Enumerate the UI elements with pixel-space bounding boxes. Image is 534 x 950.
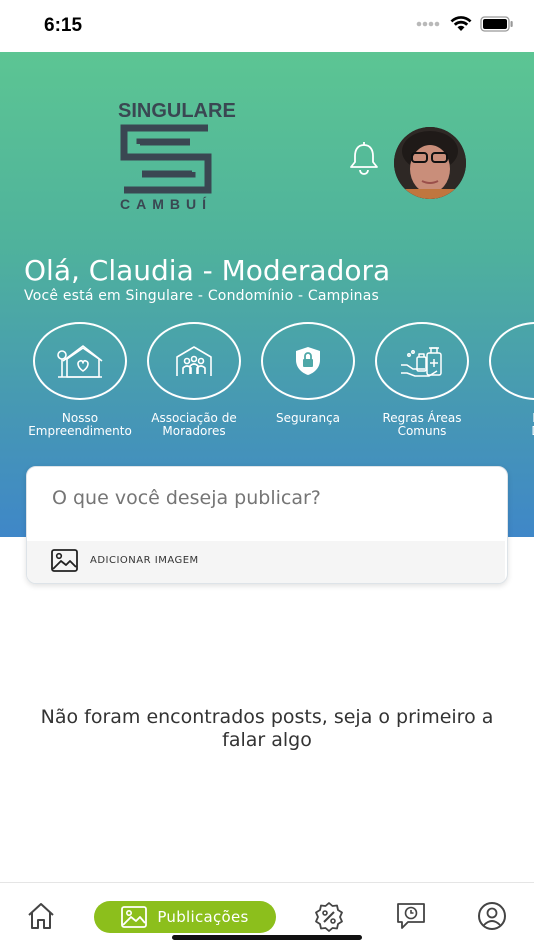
- add-image-button[interactable]: ADICIONAR IMAGEM: [51, 549, 199, 572]
- image-icon: [121, 906, 148, 928]
- hand-sanitizer-icon: [401, 347, 442, 377]
- shortcut-label: Associação de Moradores: [151, 411, 237, 438]
- compose-footer: ADICIONAR IMAGEM: [27, 541, 505, 583]
- user-avatar[interactable]: [394, 127, 466, 199]
- people-house-icon: [176, 346, 212, 376]
- logo-mark-icon: [120, 124, 212, 194]
- shortcut-label: Segurança: [275, 411, 341, 425]
- location-subtitle: Você está em Singulare - Condomínio - Ca…: [24, 288, 380, 304]
- battery-icon: [480, 16, 513, 32]
- shortcut-partial[interactable]: E D: [479, 322, 534, 438]
- shortcut-nosso-empreendimento[interactable]: Nosso Empreendimento: [23, 322, 137, 438]
- shortcut-circle: [489, 322, 534, 400]
- home-icon[interactable]: [26, 901, 56, 931]
- shortcut-circle: [33, 322, 127, 400]
- image-icon: [51, 549, 78, 572]
- shortcut-circle: [147, 322, 241, 400]
- shortcut-carousel[interactable]: Nosso Empreendimento Associação de Morad…: [0, 322, 534, 442]
- logo-bottom-text: CAMBUÍ: [120, 196, 212, 212]
- empty-state-message: Não foram encontrados posts, seja o prim…: [40, 706, 494, 751]
- home-indicator: [172, 935, 362, 940]
- shortcut-label: Nosso Empreendimento: [28, 411, 132, 438]
- shortcut-regras-areas-comuns[interactable]: Regras Áreas Comuns: [365, 322, 479, 438]
- shortcut-label: E D: [479, 412, 534, 438]
- chat-clock-icon[interactable]: [396, 901, 426, 931]
- status-time: 6:15: [44, 15, 83, 36]
- tab-publicacoes[interactable]: Publicações: [94, 901, 276, 933]
- shortcut-circle: [375, 322, 469, 400]
- signal-icon: [416, 21, 440, 27]
- notification-bell-icon[interactable]: [346, 140, 382, 176]
- singulare-logo: SINGULARE CAMBUÍ: [118, 100, 236, 216]
- shortcut-label: Regras Áreas Comuns: [382, 411, 462, 438]
- shortcut-circle: [261, 322, 355, 400]
- shortcut-seguranca[interactable]: Segurança: [251, 322, 365, 425]
- tab-publicacoes-label: Publicações: [157, 908, 249, 926]
- compose-card: ADICIONAR IMAGEM: [26, 466, 508, 584]
- post-input[interactable]: [52, 487, 472, 509]
- house-heart-icon: [57, 345, 103, 378]
- avatar-photo: [394, 127, 466, 199]
- shortcut-associacao[interactable]: Associação de Moradores: [137, 322, 251, 438]
- status-bar: 6:15: [0, 0, 534, 52]
- logo-top-text: SINGULARE: [118, 100, 236, 122]
- shield-lock-icon: [296, 347, 320, 375]
- wifi-icon: [450, 16, 472, 31]
- discount-badge-icon[interactable]: [313, 901, 345, 933]
- user-icon[interactable]: [477, 901, 507, 931]
- hero-header: SINGULARE CAMBUÍ Olá, Claudia - Moderado…: [0, 52, 534, 537]
- status-icons: [416, 16, 514, 32]
- add-image-label: ADICIONAR IMAGEM: [90, 555, 199, 566]
- greeting-title: Olá, Claudia - Moderadora: [24, 254, 391, 287]
